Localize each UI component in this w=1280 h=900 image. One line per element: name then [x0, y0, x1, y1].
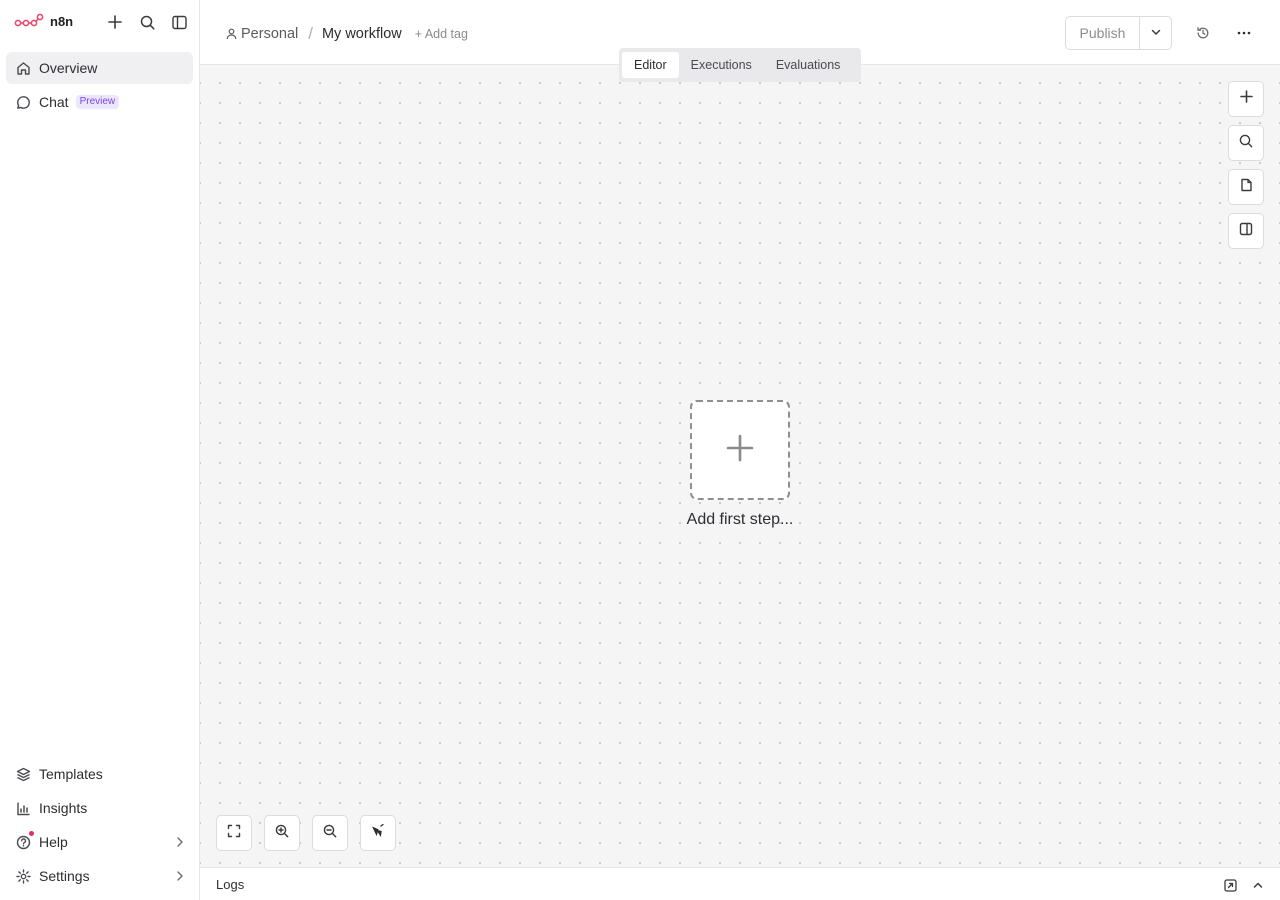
- breadcrumb: Personal / My workflow + Add tag: [226, 24, 468, 44]
- view-tabs: Editor Executions Evaluations: [619, 48, 861, 82]
- add-first-step-button[interactable]: [690, 400, 790, 500]
- gear-icon: [15, 868, 31, 884]
- tab-editor[interactable]: Editor: [622, 52, 679, 78]
- search-nodes-button[interactable]: [1228, 125, 1264, 161]
- zoom-in-button[interactable]: [264, 815, 300, 851]
- sidebar-item-label: Settings: [39, 868, 90, 884]
- home-icon: [15, 60, 31, 76]
- n8n-logo-icon: [14, 13, 44, 27]
- preview-badge: Preview: [75, 95, 120, 109]
- publish-button[interactable]: Publish: [1066, 17, 1140, 49]
- zoom-out-icon: [323, 824, 337, 843]
- logo-text: n8n: [50, 13, 74, 29]
- sticky-note-button[interactable]: [1228, 169, 1264, 205]
- sticky-note-icon: [1240, 178, 1253, 197]
- history-icon[interactable]: [1194, 24, 1212, 42]
- plus-icon: [725, 433, 755, 468]
- chevron-up-icon[interactable]: [1250, 877, 1266, 893]
- add-first-step-label: Add first step...: [686, 511, 794, 528]
- sidebar-item-overview[interactable]: Overview: [6, 52, 193, 84]
- chevron-down-icon: [1150, 24, 1162, 42]
- project-name: Personal: [241, 26, 299, 42]
- workflow-canvas[interactable]: Add first step...: [200, 65, 1280, 867]
- pop-out-icon[interactable]: [1222, 877, 1238, 893]
- more-options-icon[interactable]: [1235, 24, 1253, 42]
- n8n-logo[interactable]: n8n: [14, 12, 73, 30]
- templates-icon: [15, 766, 31, 782]
- panel-icon: [1239, 222, 1253, 241]
- chevron-right-icon: [175, 835, 185, 851]
- help-icon: [15, 831, 34, 850]
- notification-dot: [29, 831, 34, 836]
- sidebar-item-settings[interactable]: Settings: [6, 860, 193, 892]
- sidebar-item-insights[interactable]: Insights: [6, 792, 193, 824]
- tab-evaluations[interactable]: Evaluations: [764, 52, 853, 78]
- canvas-bottom-toolbar: [216, 815, 396, 851]
- canvas-right-toolbar: [1228, 81, 1264, 257]
- logs-panel-bar[interactable]: Logs: [200, 867, 1280, 900]
- sidebar-item-label: Insights: [39, 800, 88, 816]
- logs-label: Logs: [216, 877, 245, 892]
- sidebar-item-label: Overview: [39, 60, 98, 76]
- chat-icon: [15, 94, 31, 110]
- toggle-panel-button[interactable]: [1228, 213, 1264, 249]
- sidebar-item-label: Chat: [39, 94, 69, 110]
- publish-dropdown-button[interactable]: [1140, 17, 1171, 49]
- breadcrumb-project[interactable]: Personal: [226, 26, 298, 42]
- broom-icon: [370, 823, 386, 844]
- breadcrumb-separator: /: [308, 24, 313, 43]
- sidebar-item-label: Templates: [39, 766, 103, 782]
- sidebar-header: n8n: [0, 0, 200, 44]
- collapse-sidebar-icon[interactable]: [169, 12, 189, 32]
- search-icon: [1239, 134, 1253, 153]
- fit-view-button[interactable]: [216, 815, 252, 851]
- zoom-out-button[interactable]: [312, 815, 348, 851]
- insights-icon: [15, 800, 31, 816]
- tab-executions[interactable]: Executions: [679, 52, 764, 78]
- publish-group: Publish: [1065, 16, 1172, 50]
- add-icon[interactable]: [105, 12, 125, 32]
- add-node-button[interactable]: [1228, 81, 1264, 117]
- user-icon: [226, 28, 238, 40]
- zoom-in-icon: [275, 824, 289, 843]
- search-icon[interactable]: [137, 12, 157, 32]
- sidebar-item-label: Help: [39, 834, 68, 850]
- fit-view-icon: [227, 824, 241, 843]
- sidebar-item-help[interactable]: Help: [6, 826, 193, 858]
- workflow-name[interactable]: My workflow: [322, 26, 402, 42]
- plus-icon: [1239, 90, 1253, 108]
- chevron-right-icon: [175, 869, 185, 885]
- add-tag-button[interactable]: + Add tag: [415, 27, 468, 41]
- sidebar-item-chat[interactable]: Chat Preview: [6, 86, 193, 118]
- tidy-up-button[interactable]: [360, 815, 396, 851]
- sidebar-item-templates[interactable]: Templates: [6, 758, 193, 790]
- sidebar: n8n Overview Chat Preview Templates Insi…: [0, 0, 200, 900]
